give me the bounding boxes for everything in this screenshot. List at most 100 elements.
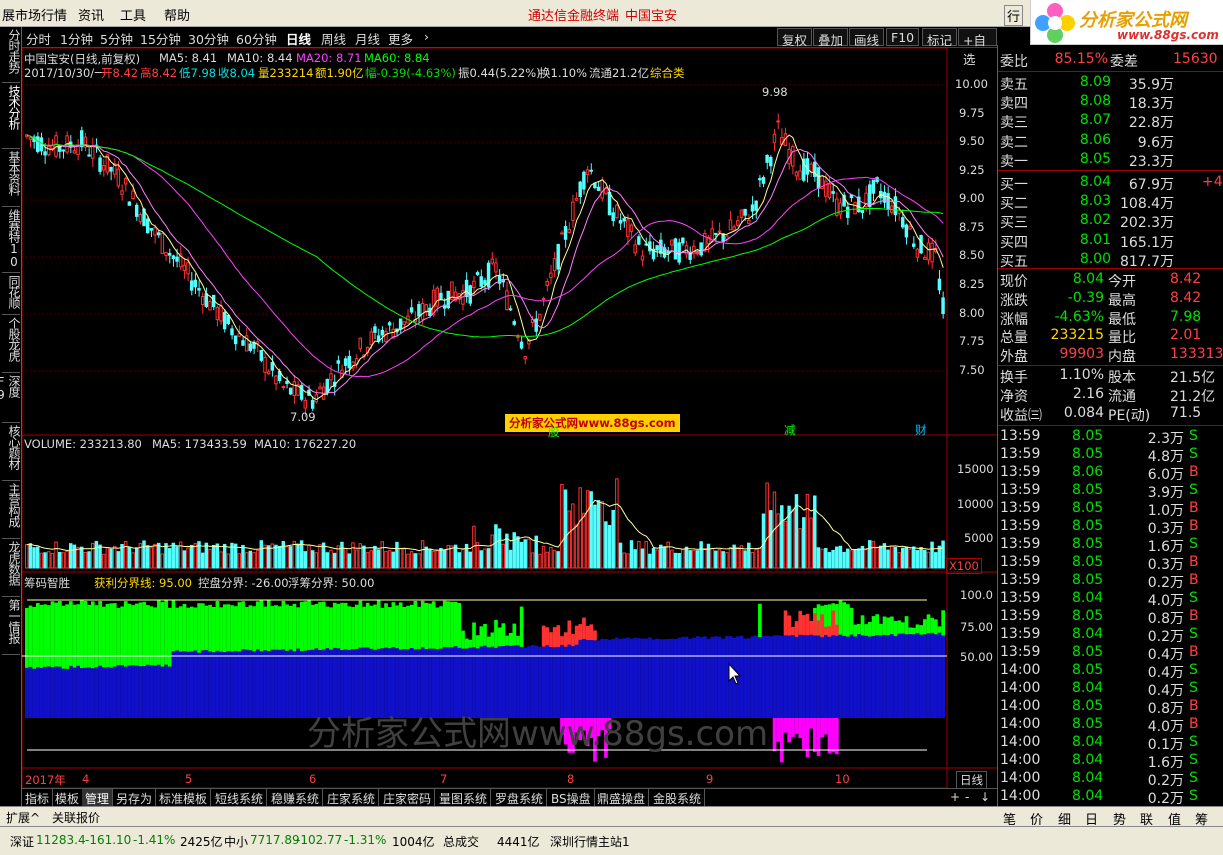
stat-row[interactable]: 涨幅 -4.63% 最低 7.98 [998, 309, 1223, 328]
menu-market[interactable]: 展市场行情 [2, 5, 67, 24]
tick-row[interactable]: 13:59 8.05 2.3万 S [998, 428, 1223, 447]
side-tab-core[interactable]: 核心题材 [2, 425, 21, 481]
buy-row[interactable]: 买一 8.04 67.9万 +4 [998, 174, 1223, 193]
menu-help[interactable]: 帮助 [164, 5, 190, 24]
tick-row[interactable]: 13:59 8.05 0.8万 B [998, 608, 1223, 627]
tick-row[interactable]: 13:59 8.05 3.9万 S [998, 482, 1223, 501]
tick-row[interactable]: 14:00 8.05 4.0万 B [998, 716, 1223, 735]
fuquan-button[interactable]: 复权 [777, 28, 813, 48]
side-tab-ths[interactable]: 同花顺 [2, 275, 21, 315]
side-tab-f9[interactable]: 深度F9 [0, 375, 21, 423]
tick-row[interactable]: 14:00 8.04 0.1万 S [998, 734, 1223, 753]
stat-row[interactable]: 涨跌 -0.39 最高 8.42 [998, 290, 1223, 309]
tick-row[interactable]: 14:00 8.04 0.4万 S [998, 680, 1223, 699]
buy-row[interactable]: 买二 8.03 108.4万 [998, 193, 1223, 212]
tick-row[interactable]: 13:59 8.05 0.2万 B [998, 572, 1223, 591]
tab-bs[interactable]: BS操盘 [548, 789, 595, 807]
stat-row[interactable]: 外盘 99903 内盘 133313 [998, 346, 1223, 365]
expand-button[interactable]: 扩展^ [6, 809, 40, 826]
side-tab-longhu[interactable]: 个股龙虎 [2, 317, 21, 373]
period-fenshi[interactable]: 分时 [26, 29, 51, 48]
f10-button[interactable]: F10 [886, 28, 920, 46]
quote-tab-bi[interactable]: 笔 [1003, 809, 1016, 828]
buy-row[interactable]: 买四 8.01 165.1万 [998, 232, 1223, 251]
quote-tab-day[interactable]: 日 [1085, 809, 1098, 828]
server-station[interactable]: 深圳行情主站1 [550, 833, 630, 850]
side-tab-longhu-data[interactable]: 龙虎数据 [2, 541, 21, 597]
stat-row[interactable]: 现价 8.04 今开 8.42 [998, 271, 1223, 290]
tab-saveas[interactable]: 另存为 [113, 789, 157, 807]
period-daily[interactable]: 日线 [286, 29, 311, 48]
tick-row[interactable]: 13:59 8.05 1.0万 B [998, 500, 1223, 519]
period-monthly[interactable]: 月线 [355, 29, 380, 48]
sell-row[interactable]: 卖二 8.06 9.6万 [998, 132, 1223, 151]
tick-row[interactable]: 13:59 8.04 4.0万 S [998, 590, 1223, 609]
sz-index-label[interactable]: 深证 [10, 833, 34, 850]
sell-row[interactable]: 卖三 8.07 22.8万 [998, 112, 1223, 131]
indicator-name[interactable]: 筹码智胜 [24, 575, 70, 591]
tick-row[interactable]: 13:59 8.05 0.4万 B [998, 644, 1223, 663]
quote-tab-trend[interactable]: 势 [1113, 809, 1126, 828]
buy-row[interactable]: 买五 8.00 817.7万 [998, 251, 1223, 270]
side-tab-weisaite[interactable]: 维赛特10 [2, 209, 21, 273]
sell-row[interactable]: 卖五 8.09 35.9万 [998, 74, 1223, 93]
quote-tab-link[interactable]: 联 [1140, 809, 1153, 828]
period-more[interactable]: 更多 [388, 29, 413, 48]
period-60min[interactable]: 60分钟 [236, 29, 277, 48]
tick-row[interactable]: 14:00 8.04 1.6万 S [998, 752, 1223, 771]
chevron-right-icon[interactable]: › [424, 29, 429, 44]
related-quote-button[interactable]: 关联报价 [52, 809, 100, 826]
tab-banker-pwd[interactable]: 庄家密码 [380, 789, 436, 807]
period-weekly[interactable]: 周线 [321, 29, 346, 48]
tick-row[interactable]: 13:59 8.05 1.6万 S [998, 536, 1223, 555]
side-tab-intel[interactable]: 第一情报 [2, 599, 21, 655]
weibi-row[interactable]: 委比 85.15% 委差 15630 [998, 51, 1223, 70]
menu-right-button[interactable]: 行 [1004, 5, 1024, 26]
sell-row[interactable]: 卖四 8.08 18.3万 [998, 93, 1223, 112]
tick-row[interactable]: 13:59 8.05 0.3万 B [998, 518, 1223, 537]
tab-short[interactable]: 短线系统 [212, 789, 268, 807]
zoom-in-icon[interactable]: + [947, 789, 963, 807]
sell-row[interactable]: 卖一 8.05 23.3万 [998, 151, 1223, 170]
scroll-down-icon[interactable]: ↓ [977, 789, 993, 807]
quote-tab-value[interactable]: 值 [1168, 809, 1181, 828]
tab-template[interactable]: 模板 [52, 789, 84, 807]
tab-std-template[interactable]: 标准模板 [156, 789, 212, 807]
period-30min[interactable]: 30分钟 [188, 29, 229, 48]
quote-tab-chips[interactable]: 筹 [1195, 809, 1208, 828]
period-indicator[interactable]: 日线 [956, 771, 987, 789]
period-15min[interactable]: 15分钟 [140, 29, 181, 48]
tab-golden[interactable]: 金股系统 [650, 789, 706, 807]
stat2-row[interactable]: 换手 1.10% 股本 21.5亿 [998, 367, 1223, 386]
menu-news[interactable]: 资讯 [78, 5, 104, 24]
tab-manage[interactable]: 管理 [82, 789, 114, 807]
tick-row[interactable]: 13:59 8.06 6.0万 B [998, 464, 1223, 483]
overlay-button[interactable]: 叠加 [813, 28, 849, 48]
mark-button[interactable]: 标记 [922, 28, 958, 48]
quote-tab-price[interactable]: 价 [1030, 809, 1043, 828]
side-tab-basic[interactable]: 基本资料 [2, 151, 21, 207]
side-tab-business[interactable]: 主营构成 [2, 483, 21, 539]
tab-indicator[interactable]: 指标 [22, 789, 54, 807]
draw-button[interactable]: 画线 [849, 28, 885, 48]
tick-row[interactable]: 14:00 8.05 0.4万 S [998, 662, 1223, 681]
tick-row[interactable]: 14:00 8.05 0.8万 B [998, 698, 1223, 717]
tab-banker[interactable]: 庄家系统 [324, 789, 380, 807]
side-tab-realtime[interactable]: 分时走势 [2, 29, 21, 83]
tick-row[interactable]: 14:00 8.04 0.2万 S [998, 770, 1223, 789]
tick-row[interactable]: 13:59 8.04 0.2万 S [998, 626, 1223, 645]
side-tab-technical[interactable]: 技术分析 [2, 85, 21, 149]
tick-row[interactable]: 14:00 8.04 0.2万 S [998, 788, 1223, 807]
tick-row[interactable]: 13:59 8.05 4.8万 S [998, 446, 1223, 465]
zx-index-label[interactable]: 中小 [224, 833, 248, 850]
tick-row[interactable]: 13:59 8.05 0.3万 B [998, 554, 1223, 573]
stat2-row[interactable]: 净资 2.16 流通 21.2亿 [998, 386, 1223, 405]
tab-volume-sys[interactable]: 量图系统 [436, 789, 492, 807]
stat-row[interactable]: 总量 233215 量比 2.01 [998, 327, 1223, 346]
period-5min[interactable]: 5分钟 [100, 29, 133, 48]
zoom-out-icon[interactable]: - [962, 789, 972, 807]
menu-tools[interactable]: 工具 [120, 5, 146, 24]
stat2-row[interactable]: 收益㈢ 0.084 PE(动) 71.5 [998, 405, 1223, 424]
tab-compass[interactable]: 罗盘系统 [492, 789, 548, 807]
quote-tab-detail[interactable]: 细 [1058, 809, 1071, 828]
